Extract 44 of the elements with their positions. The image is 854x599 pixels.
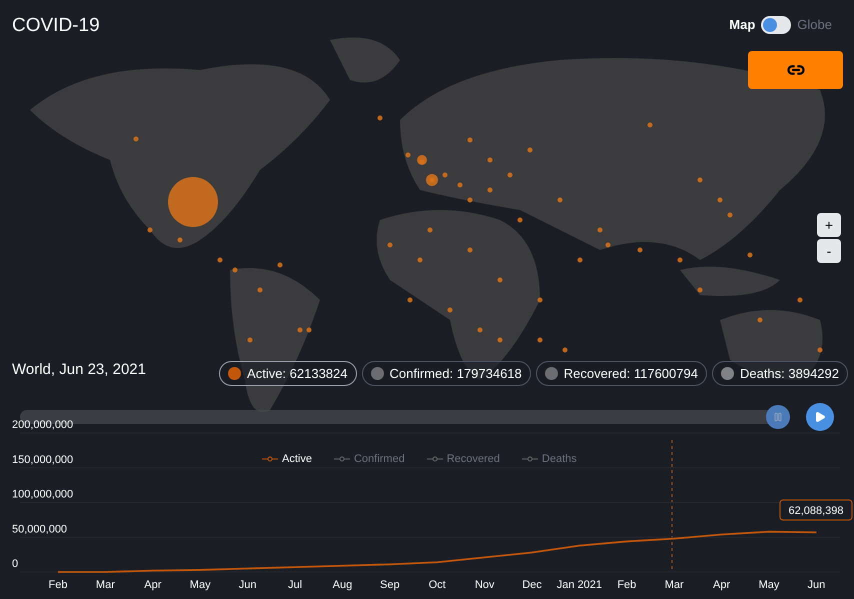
y-axis-label: 0	[12, 558, 18, 570]
x-axis-label: Jun	[808, 579, 826, 591]
date-label: World, Jun 23, 2021	[12, 360, 146, 380]
play-icon	[814, 411, 826, 423]
y-axis-label: 200,000,000	[12, 419, 74, 431]
pause-icon	[773, 412, 783, 422]
x-axis-label: May	[190, 579, 211, 591]
x-axis-label: Oct	[428, 579, 446, 591]
x-axis-label: Mar	[664, 579, 684, 591]
stat-chip[interactable]: Recovered: 117600794	[536, 361, 707, 386]
zoom-button[interactable]: -	[817, 239, 841, 263]
stat-chip[interactable]: Active: 62133824	[219, 361, 356, 386]
x-axis-label: Feb	[48, 579, 68, 591]
legend-line-icon	[334, 456, 350, 462]
link-button[interactable]	[748, 51, 843, 89]
globe-label: Globe	[797, 16, 832, 34]
x-axis-label: Jul	[288, 579, 302, 591]
x-axis-label: Jan 2021	[556, 579, 602, 591]
y-axis-label: 150,000,000	[12, 454, 74, 466]
timeline-thumb[interactable]	[766, 405, 790, 429]
x-axis-label: Jun	[238, 579, 256, 591]
x-axis-label: Nov	[474, 579, 494, 591]
legend-line-icon	[262, 456, 278, 462]
stat-chip[interactable]: Deaths: 3894292	[712, 361, 848, 386]
play-button[interactable]	[806, 403, 834, 431]
view-toggle[interactable]	[761, 16, 792, 34]
x-axis-label: Apr	[713, 579, 730, 591]
x-axis-label: Apr	[144, 579, 162, 591]
legend-item[interactable]: Active	[262, 451, 312, 468]
x-axis-label: Dec	[522, 579, 542, 591]
tooltip-label: 62,088,398	[780, 500, 852, 520]
zoom-button[interactable]: +	[817, 213, 841, 237]
x-axis-label: Mar	[96, 579, 115, 591]
app-title: COVID-19	[12, 14, 100, 38]
y-axis-label: 100,000,000	[12, 488, 74, 500]
y-axis-label: 50,000,000	[12, 523, 68, 536]
legend-line-icon	[426, 456, 443, 462]
legend-line-icon	[522, 456, 538, 462]
x-axis-label: Sep	[380, 579, 400, 591]
map-label: Map	[729, 16, 756, 34]
x-axis-label: Aug	[332, 579, 352, 591]
stat-chip[interactable]: Confirmed: 179734618	[362, 361, 531, 386]
x-axis-label: May	[758, 579, 780, 591]
x-axis-label: Feb	[617, 579, 636, 591]
